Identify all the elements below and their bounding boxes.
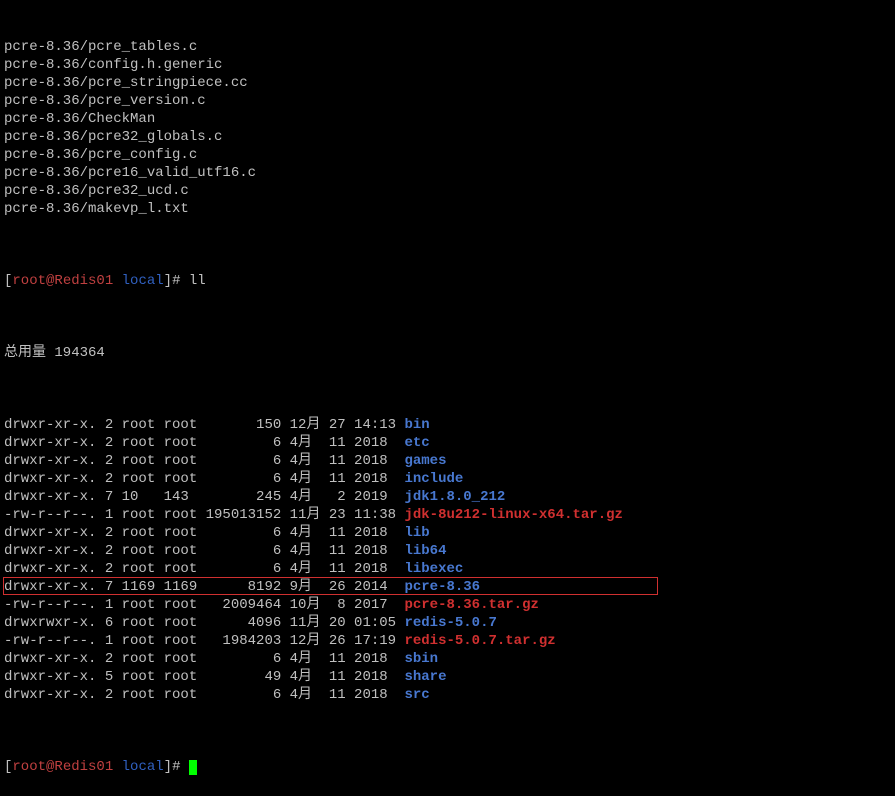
bracket-open: [: [4, 759, 12, 775]
listing-filename: pcre-8.36: [404, 579, 480, 595]
listing-meta: drwxr-xr-x. 2 root root 6 4月 11 2018: [4, 453, 404, 469]
listing-meta: drwxrwxr-x. 6 root root 4096 11月 20 01:0…: [4, 615, 404, 631]
extracted-file-line: pcre-8.36/pcre_config.c: [4, 146, 891, 164]
prompt-symbol: #: [172, 759, 180, 775]
terminal[interactable]: pcre-8.36/pcre_tables.cpcre-8.36/config.…: [0, 0, 895, 796]
listing-meta: drwxr-xr-x. 2 root root 6 4月 11 2018: [4, 651, 404, 667]
listing-row: drwxrwxr-x. 6 root root 4096 11月 20 01:0…: [4, 614, 891, 632]
prompt-command: ll: [189, 273, 206, 289]
prompt-path: local: [122, 759, 164, 775]
listing-filename: share: [404, 669, 446, 685]
cursor-icon: [189, 760, 197, 775]
listing-block: drwxr-xr-x. 2 root root 150 12月 27 14:13…: [4, 416, 891, 704]
prompt-user: root: [12, 759, 46, 775]
extracted-file-line: pcre-8.36/CheckMan: [4, 110, 891, 128]
listing-filename: redis-5.0.7: [404, 615, 496, 631]
prompt-path: local: [122, 273, 164, 289]
highlight-box: drwxr-xr-x. 7 1169 1169 8192 9月 26 2014 …: [3, 577, 658, 595]
listing-filename: jdk-8u212-linux-x64.tar.gz: [404, 507, 622, 523]
listing-meta: -rw-r--r--. 1 root root 195013152 11月 23…: [4, 507, 404, 523]
listing-row: -rw-r--r--. 1 root root 2009464 10月 8 20…: [4, 596, 891, 614]
extracted-file-line: pcre-8.36/pcre_tables.c: [4, 38, 891, 56]
listing-meta: -rw-r--r--. 1 root root 1984203 12月 26 1…: [4, 633, 404, 649]
bracket-close: ]: [164, 273, 172, 289]
listing-meta: -rw-r--r--. 1 root root 2009464 10月 8 20…: [4, 597, 404, 613]
prompt-host: Redis01: [54, 273, 113, 289]
extracted-file-line: pcre-8.36/pcre32_ucd.c: [4, 182, 891, 200]
listing-meta: drwxr-xr-x. 2 root root 6 4月 11 2018: [4, 561, 404, 577]
listing-row: drwxr-xr-x. 2 root root 6 4月 11 2018 inc…: [4, 470, 891, 488]
listing-meta: drwxr-xr-x. 2 root root 6 4月 11 2018: [4, 687, 404, 703]
listing-row: drwxr-xr-x. 2 root root 6 4月 11 2018 gam…: [4, 452, 891, 470]
total-line: 总用量 194364: [4, 344, 891, 362]
listing-filename: sbin: [404, 651, 438, 667]
listing-row: drwxr-xr-x. 2 root root 6 4月 11 2018 lib…: [4, 542, 891, 560]
listing-row: drwxr-xr-x. 2 root root 6 4月 11 2018 sbi…: [4, 650, 891, 668]
listing-filename: libexec: [404, 561, 463, 577]
listing-row: drwxr-xr-x. 7 10 143 245 4月 2 2019 jdk1.…: [4, 488, 891, 506]
listing-row: drwxr-xr-x. 2 root root 6 4月 11 2018 lib…: [4, 560, 891, 578]
listing-meta: drwxr-xr-x. 7 1169 1169 8192 9月 26 2014: [4, 579, 404, 595]
listing-row: drwxr-xr-x. 5 root root 49 4月 11 2018 sh…: [4, 668, 891, 686]
listing-meta: drwxr-xr-x. 2 root root 150 12月 27 14:13: [4, 417, 404, 433]
listing-row: drwxr-xr-x. 2 root root 150 12月 27 14:13…: [4, 416, 891, 434]
listing-filename: games: [404, 453, 446, 469]
listing-row: drwxr-xr-x. 2 root root 6 4月 11 2018 lib: [4, 524, 891, 542]
bracket-close: ]: [164, 759, 172, 775]
listing-row: -rw-r--r--. 1 root root 1984203 12月 26 1…: [4, 632, 891, 650]
extracted-file-line: pcre-8.36/makevp_l.txt: [4, 200, 891, 218]
prompt-user: root: [12, 273, 46, 289]
listing-meta: drwxr-xr-x. 2 root root 6 4月 11 2018: [4, 543, 404, 559]
extracted-file-line: pcre-8.36/pcre32_globals.c: [4, 128, 891, 146]
extracted-file-line: pcre-8.36/pcre_stringpiece.cc: [4, 74, 891, 92]
listing-filename: redis-5.0.7.tar.gz: [404, 633, 555, 649]
extracted-file-line: pcre-8.36/pcre16_valid_utf16.c: [4, 164, 891, 182]
extracted-file-line: pcre-8.36/pcre_version.c: [4, 92, 891, 110]
listing-row: drwxr-xr-x. 7 1169 1169 8192 9月 26 2014 …: [4, 578, 891, 596]
listing-filename: jdk1.8.0_212: [404, 489, 505, 505]
listing-meta: drwxr-xr-x. 2 root root 6 4月 11 2018: [4, 435, 404, 451]
listing-row: drwxr-xr-x. 2 root root 6 4月 11 2018 src: [4, 686, 891, 704]
listing-row: -rw-r--r--. 1 root root 195013152 11月 23…: [4, 506, 891, 524]
listing-meta: drwxr-xr-x. 2 root root 6 4月 11 2018: [4, 471, 404, 487]
listing-row: drwxr-xr-x. 2 root root 6 4月 11 2018 etc: [4, 434, 891, 452]
listing-filename: src: [404, 687, 429, 703]
listing-filename: include: [404, 471, 463, 487]
prompt-host: Redis01: [54, 759, 113, 775]
listing-meta: drwxr-xr-x. 5 root root 49 4月 11 2018: [4, 669, 404, 685]
listing-filename: etc: [404, 435, 429, 451]
listing-meta: drwxr-xr-x. 7 10 143 245 4月 2 2019: [4, 489, 404, 505]
extracted-file-line: pcre-8.36/config.h.generic: [4, 56, 891, 74]
listing-filename: pcre-8.36.tar.gz: [404, 597, 538, 613]
listing-filename: lib: [404, 525, 429, 541]
listing-filename: bin: [404, 417, 429, 433]
extracted-files-block: pcre-8.36/pcre_tables.cpcre-8.36/config.…: [4, 38, 891, 218]
prompt-line-2[interactable]: [root@Redis01 local]#: [4, 758, 891, 776]
prompt-line-1: [root@Redis01 local]# ll: [4, 272, 891, 290]
listing-meta: drwxr-xr-x. 2 root root 6 4月 11 2018: [4, 525, 404, 541]
listing-filename: lib64: [404, 543, 446, 559]
prompt-at: @: [46, 759, 54, 775]
